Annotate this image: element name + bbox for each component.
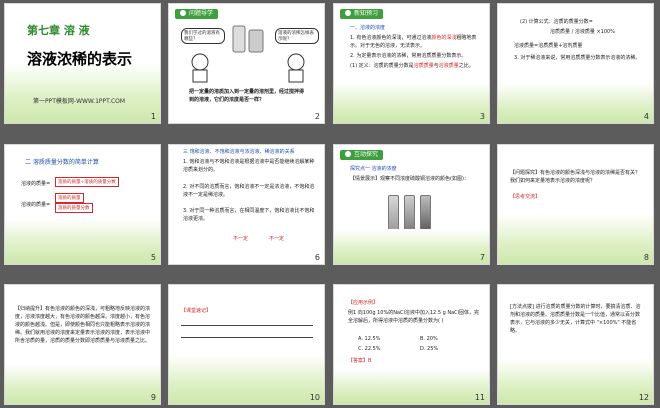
slide-number: 6 (314, 253, 320, 262)
paragraph-1: [方法点拨] 进行溶质的质量分数的计算时，要搞清溶质、溶剂和溶液的质量。溶质质量… (510, 304, 641, 334)
slide-number: 4 (643, 112, 649, 121)
slide-thumbnail-10[interactable]: 【课堂速记】 10 (168, 284, 325, 405)
slide-thumbnail-2[interactable]: 问题导学 我们学过的溶液有哪些？ 溶液的浓稀怎样表示呢？ 把一定量的溶质加入到一… (168, 3, 325, 124)
highlight-text: 颜色的深浅 (431, 35, 457, 41)
speech-bubble-1: 我们学过的溶液有哪些？ (181, 28, 225, 44)
slide-caption: 把一定量的溶质加入到一定量的溶剂里，经过搅拌得到的溶液，它们的浓度是否一样？ (189, 89, 305, 103)
answer-box-3: 溶质的质量分数 (55, 203, 93, 213)
section-tag: 互动探究 (340, 150, 384, 160)
speech-bubble-2: 溶液的浓稀怎样表示呢？ (275, 28, 319, 44)
formula-fraction: 溶质质量 / 溶液质量 ×100% (550, 29, 615, 35)
student-boy-icon (287, 53, 305, 83)
formula-label-2: 溶液的质量= (21, 202, 51, 208)
slide-number: 9 (150, 393, 156, 402)
slide-number: 11 (474, 393, 485, 402)
option-b: B. 20% (420, 336, 438, 342)
slide-number: 12 (638, 393, 649, 402)
decor-gradient (334, 229, 489, 264)
fill-word-1: 不一定 (233, 236, 249, 242)
chapter-title: 第七章 溶 液 (27, 24, 90, 37)
slide-thumbnail-4[interactable]: (2) 计算公式：溶质的质量分数= 溶质质量 / 溶液质量 ×100% 溶液质量… (497, 3, 654, 124)
slide-thumbnail-12[interactable]: [方法点拨] 进行溶质的质量分数的计算时，要搞清溶质、溶剂和溶液的质量。溶质质量… (497, 284, 654, 405)
paragraph-3: 3. 对于稀溶液来说，常用溶质质量分数表示溶液的浓稀。 (514, 55, 641, 61)
slide-number: 8 (643, 253, 649, 262)
answer-box-1: 溶质的质量÷溶质的质量分数 (55, 177, 119, 187)
slide-number: 2 (314, 112, 320, 121)
highlight-text: 溶质质量 (413, 63, 434, 69)
formula-mass: 溶液质量=溶质质量+溶剂质量 (514, 43, 583, 49)
decor-gradient (498, 83, 653, 123)
paragraph-3: 3. 对于同一种溶质而言，在相同温度下，饱和溶液比不饱和溶液更浓。 (183, 208, 315, 222)
formula-label: (2) 计算公式：溶质的质量分数= (520, 19, 593, 25)
option-d: D. 25% (420, 346, 439, 352)
slide-footer: 第一PPT模板网-WWW.1PPT.COM (33, 98, 126, 105)
text-run: (1) 定义：溶质的质量分数是 (350, 63, 414, 69)
answer-box-2: 溶质的质量 (55, 193, 84, 203)
slide-thumbnail-11[interactable]: 【应用示例】 例1 向100g 10%的NaCl溶液中加入12.5 g NaCl… (333, 284, 490, 405)
slide-thumbnail-9[interactable]: 【归纳提升】有色溶液的颜色的深浅，可粗略地反映溶液的浓度，溶液浓度越大，有色溶液… (4, 284, 161, 405)
highlight-text: 溶液质量 (438, 63, 459, 69)
test-tube-icon (420, 195, 431, 233)
paragraph-1: 1. 饱和溶液与不饱和溶液是根据溶液中是否能继续溶解某种溶质来划分的。 (183, 159, 315, 173)
fill-word-2: 不一定 (269, 236, 285, 242)
slide-thumbnail-1[interactable]: 第七章 溶 液 溶液浓稀的表示 第一PPT模板网-WWW.1PPT.COM 1 (4, 3, 161, 124)
paragraph-1: 【课堂速记】 (181, 308, 212, 314)
slide-number: 3 (479, 112, 485, 121)
decor-gradient (5, 364, 160, 404)
slide-thumbnail-8[interactable]: 【问题探究】有色溶液的颜色深浅与溶液的浓稀是否有关？我们如何来定量地表示溶液的浓… (497, 144, 654, 265)
note-line (181, 337, 313, 338)
section-heading: 一、溶液的浓度 (350, 25, 386, 31)
decor-gradient (5, 219, 160, 264)
slide-sorter-grid: 第七章 溶 液 溶液浓稀的表示 第一PPT模板网-WWW.1PPT.COM 1 … (0, 0, 660, 408)
slide-title: 溶液浓稀的表示 (27, 50, 133, 68)
paragraph-1: 【问题探究】有色溶液的颜色深浅与溶液的浓稀是否有关？我们如何来定量地表示溶液的浓… (510, 170, 641, 184)
paragraph-1: 1. 有色溶液颜色的深浅，可通过溶液颜色的深浅粗略地表示。对于无色的溶液，无法表… (350, 34, 478, 50)
slide-number: 5 (150, 253, 156, 262)
student-girl-icon (191, 53, 209, 83)
decor-gradient (169, 354, 324, 404)
decor-gradient (5, 63, 160, 123)
example-question: 例1 向100g 10%的NaCl溶液中加入12.5 g NaCl固体，完全溶解… (348, 310, 480, 324)
slide-number: 1 (150, 112, 156, 121)
answer-text: 【答案】B (348, 358, 372, 364)
paragraph-3: (1) 定义：溶质的质量分数是溶质质量与溶液质量之比。 (350, 62, 478, 70)
test-tube-icon (388, 195, 399, 233)
decor-gradient (334, 83, 489, 123)
paragraph-2: 2. 为定量表示溶液的浓稀，常用溶质质量分数表示。 (350, 53, 467, 59)
option-a: A. 12.5% (358, 336, 381, 342)
slide-thumbnail-5[interactable]: 二 溶质质量分数的简单计算 溶液的质量= 溶质的质量÷溶质的质量分数 溶液的质量… (4, 144, 161, 265)
paragraph-1: 【情景展示】观察不同浓度硫酸铜溶液的颜色(如图)： (350, 176, 469, 182)
text-run: 之比。 (458, 63, 474, 69)
note-line (181, 325, 313, 326)
beaker-illustration-icon (232, 25, 264, 53)
text-run: 1. 有色溶液颜色的深浅，可通过溶液 (350, 35, 432, 41)
test-tube-icon (404, 195, 415, 233)
slide-number: 10 (309, 393, 320, 402)
slide-thumbnail-3[interactable]: 新知预习 一、溶液的浓度 1. 有色溶液颜色的深浅，可通过溶液颜色的深浅粗略地表… (333, 3, 490, 124)
section-tag: 新知预习 (340, 9, 384, 19)
paragraph-1: 【归纳提升】有色溶液的颜色的深浅，可粗略地反映溶液的浓度，溶液浓度越大，有色溶液… (15, 306, 151, 344)
decor-gradient (498, 359, 653, 404)
section-tag: 问题导学 (175, 9, 219, 19)
section-heading: 二 溶质质量分数的简单计算 (25, 159, 99, 166)
decor-gradient (334, 369, 489, 404)
paragraph-2: 【思考交流】 (510, 194, 541, 200)
decor-gradient (498, 214, 653, 264)
slide-thumbnail-6[interactable]: 三 饱和溶液、不饱和溶液与浓溶液、稀溶液的关系 1. 饱和溶液与不饱和溶液是根据… (168, 144, 325, 265)
section-heading: 探究点一 溶液的浓度 (350, 166, 397, 172)
option-c: C. 22.5% (358, 346, 381, 352)
section-heading: 三 饱和溶液、不饱和溶液与浓溶液、稀溶液的关系 (183, 149, 295, 155)
formula-label-1: 溶液的质量= (21, 181, 51, 187)
example-heading: 【应用示例】 (348, 300, 379, 306)
paragraph-2: 2. 对不同的溶质而言，饱和溶液不一定是浓溶液，不饱和溶液不一定是稀溶液。 (183, 184, 315, 198)
slide-number: 7 (479, 253, 485, 262)
slide-thumbnail-7[interactable]: 互动探究 探究点一 溶液的浓度 【情景展示】观察不同浓度硫酸铜溶液的颜色(如图)… (333, 144, 490, 265)
